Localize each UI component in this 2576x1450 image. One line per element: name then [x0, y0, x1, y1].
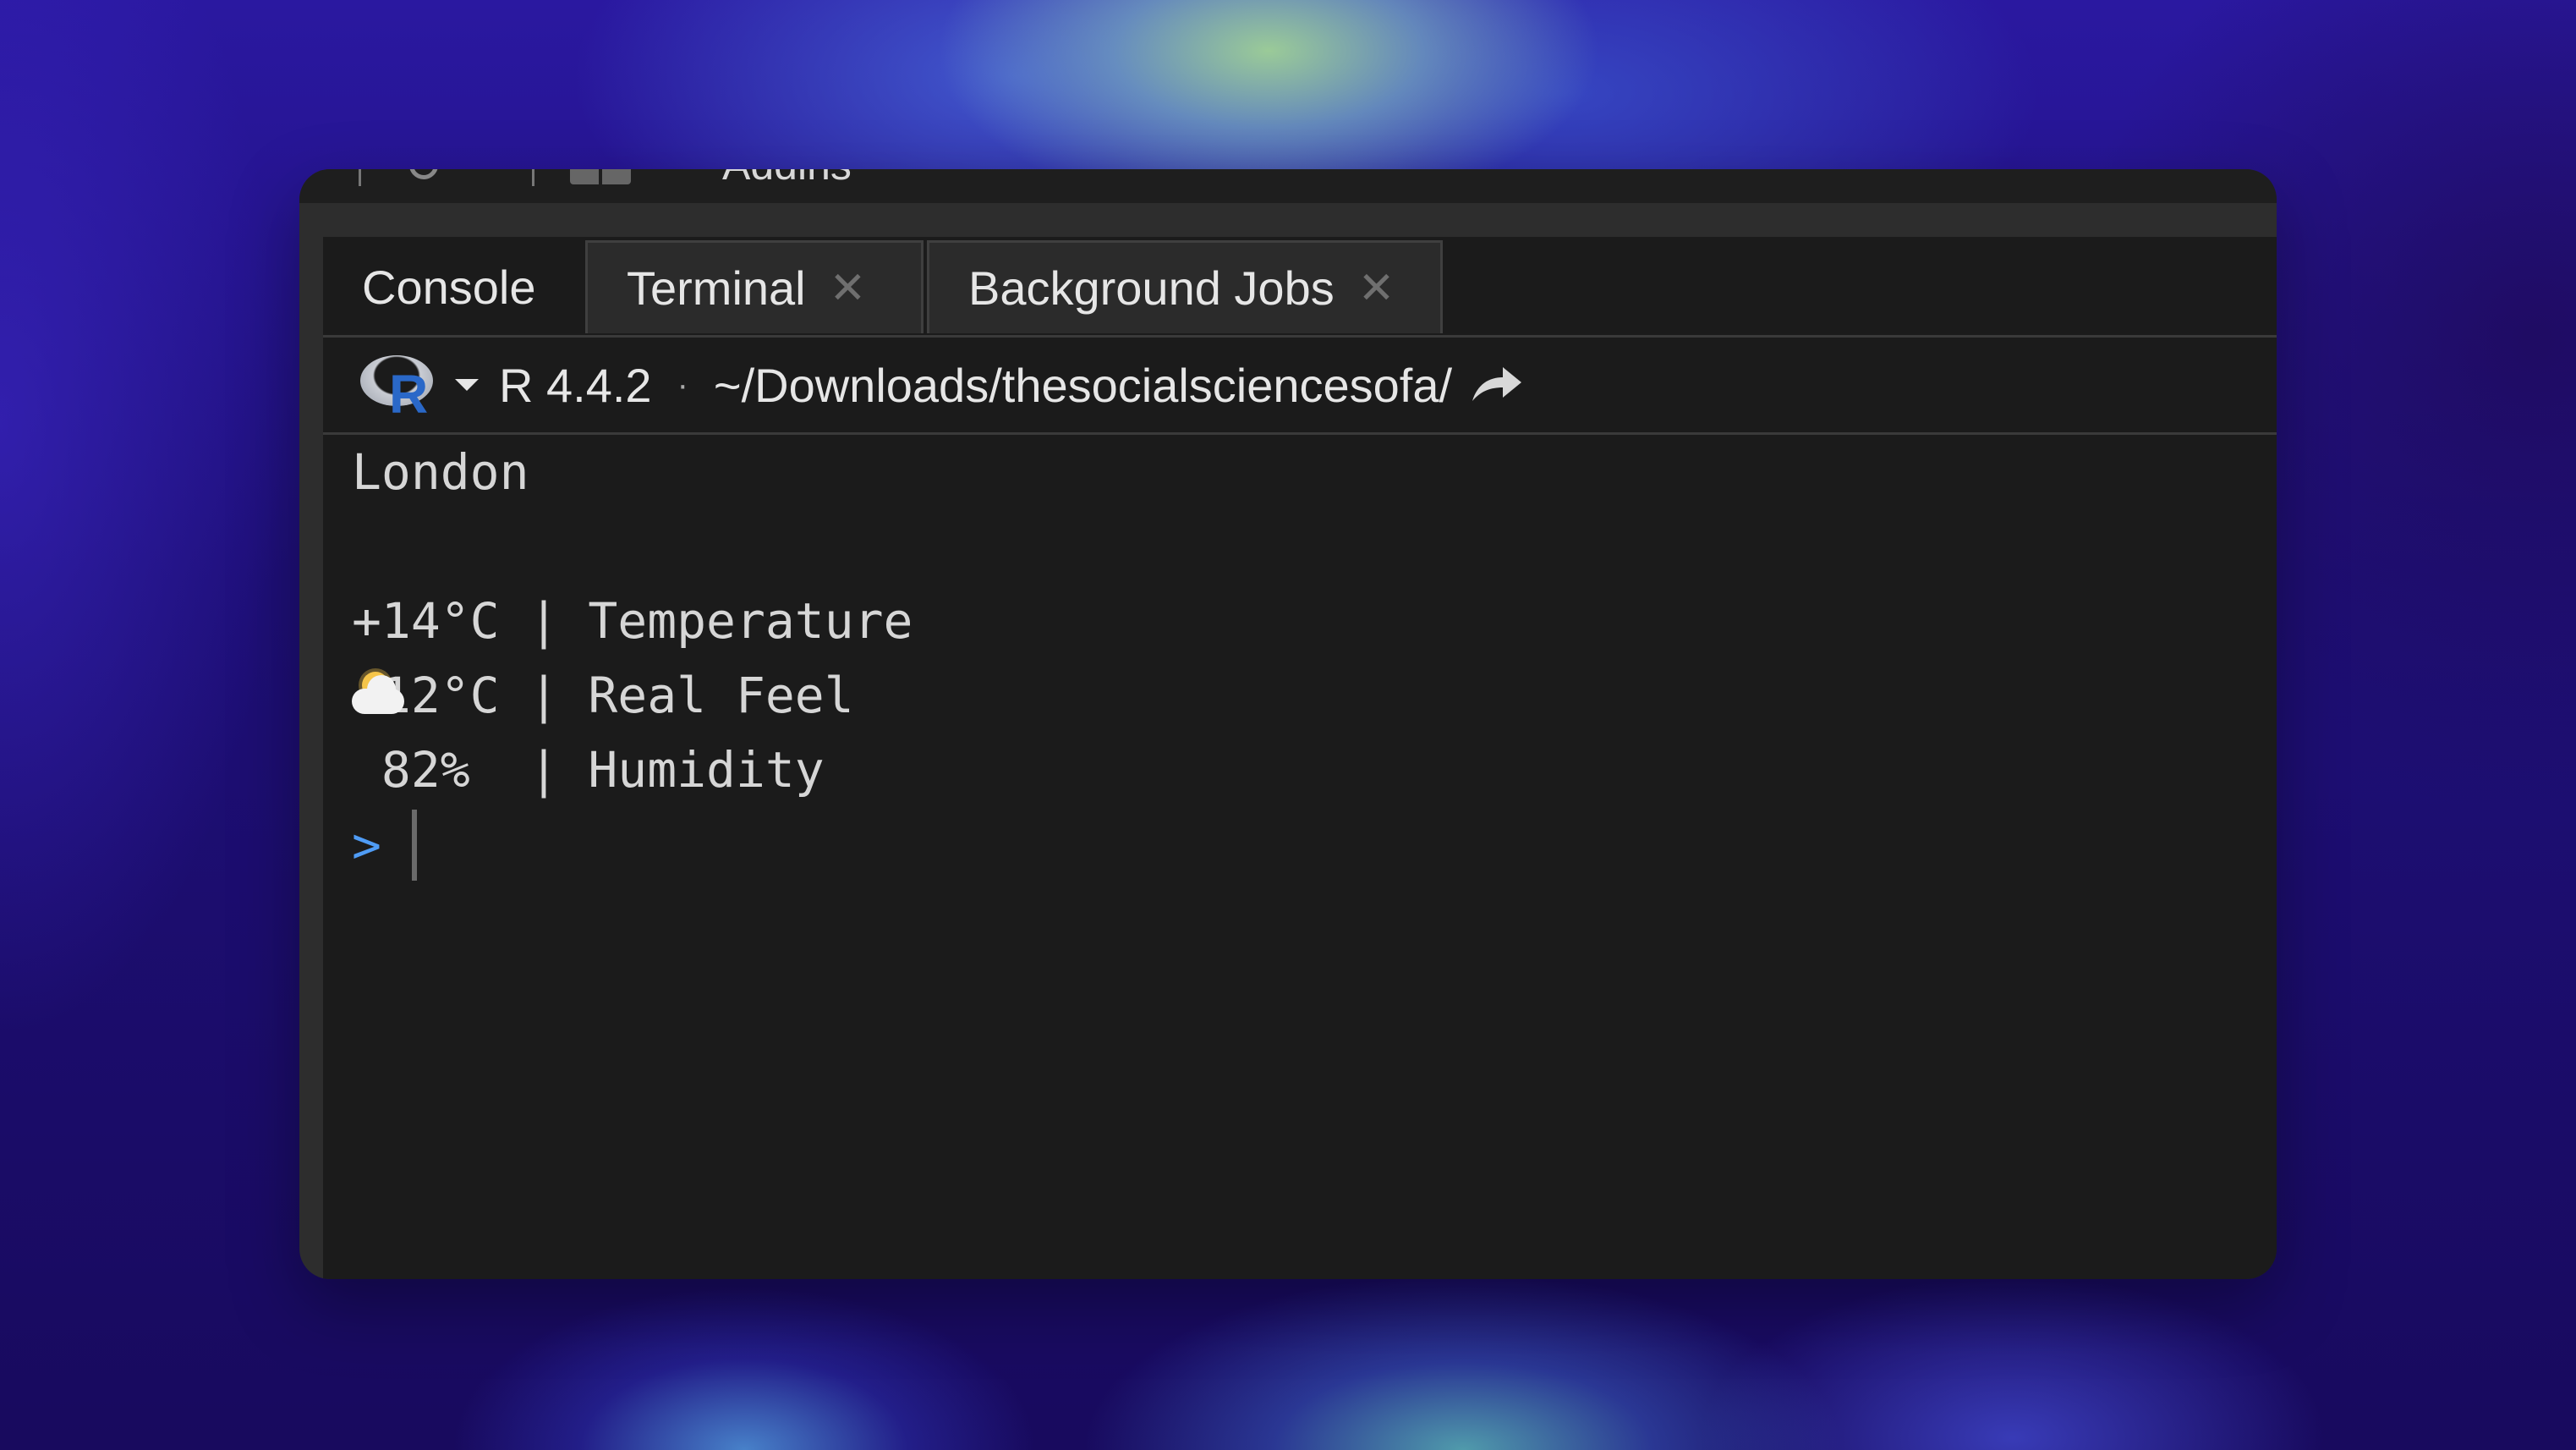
console-line: London: [352, 443, 529, 501]
toolbar: Addins: [299, 169, 2277, 203]
addins-menu[interactable]: Addins: [722, 169, 852, 189]
close-icon[interactable]: ✕: [830, 266, 867, 310]
pane-tabs: Console Terminal ✕ Background Jobs ✕: [323, 237, 2277, 338]
sun-behind-cloud-icon: [352, 667, 411, 726]
tab-label: Console: [362, 260, 536, 314]
console-pane: Console Terminal ✕ Background Jobs ✕ R R…: [323, 237, 2277, 1279]
tab-console[interactable]: Console: [323, 240, 578, 333]
tab-label: Terminal: [627, 261, 806, 315]
close-icon[interactable]: ✕: [1358, 266, 1395, 310]
tab-label: Background Jobs: [968, 261, 1335, 315]
toolbar-separator: [359, 169, 361, 186]
toolbar-separator: [532, 169, 534, 186]
console-line: +14°C | Temperature: [352, 592, 913, 650]
chevron-down-icon[interactable]: [455, 379, 479, 391]
console-line: +12°C | Real Feel: [352, 667, 854, 724]
tab-background-jobs[interactable]: Background Jobs ✕: [927, 240, 1443, 333]
share-arrow-icon[interactable]: [1469, 364, 1525, 406]
console-line: [352, 509, 2277, 714]
pane-layout-icon[interactable]: [570, 169, 631, 184]
console-info-bar: R R 4.4.2 · ~/Downloads/thesocialscience…: [323, 338, 2277, 435]
separator-dot: ·: [677, 365, 688, 404]
console-output[interactable]: London +14°C | Temperature +12°C | Real …: [323, 435, 2277, 1279]
r-version: R 4.4.2: [499, 358, 652, 412]
refresh-icon[interactable]: [409, 169, 438, 179]
tab-terminal[interactable]: Terminal ✕: [585, 240, 924, 333]
rstudio-window: Addins Console Terminal ✕ Background Job…: [299, 169, 2277, 1279]
r-logo-icon[interactable]: R: [360, 355, 436, 421]
working-directory-path[interactable]: ~/Downloads/thesocialsciencesofa/: [714, 358, 1452, 413]
